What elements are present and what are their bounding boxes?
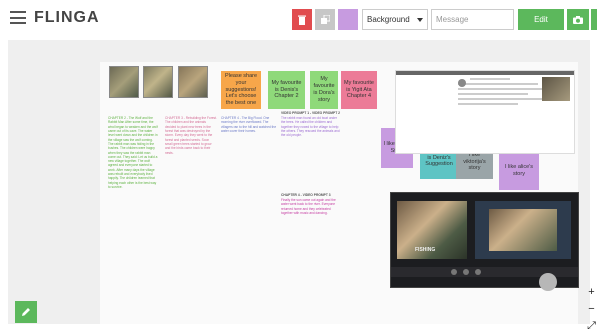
- fit-screen-button[interactable]: ⤢: [586, 318, 597, 329]
- background-select-value: Background: [367, 15, 410, 24]
- story-heading: CHAPTER 4 - VIDEO PROMPT 3: [281, 193, 331, 197]
- camera-button[interactable]: [567, 9, 589, 30]
- screenshot-line: [458, 88, 548, 90]
- screenshot-header: [396, 71, 574, 75]
- video-label: FISHING: [415, 247, 436, 253]
- screenshot-line: [458, 83, 538, 85]
- trash-icon: [298, 15, 306, 25]
- zoom-in-button[interactable]: +: [586, 284, 597, 301]
- screenshot-line: [458, 103, 518, 105]
- sticky-note[interactable]: I like alice's story: [499, 152, 539, 190]
- screenshot-photo: [542, 77, 570, 101]
- app-logo: FLINGA: [34, 9, 100, 26]
- photo-thumbnail[interactable]: [109, 66, 139, 98]
- story-text-block[interactable]: CHAPTER 4 - The Big Flood. One morning t…: [221, 116, 278, 174]
- screenshot-line: [470, 78, 510, 80]
- story-text-block[interactable]: The rabbit man found an old boat under t…: [281, 116, 341, 182]
- hamburger-icon[interactable]: [10, 11, 26, 24]
- sticky-note[interactable]: Please share your suggestions! Let's cho…: [221, 71, 261, 109]
- sticky-note[interactable]: My favourite is Dora's story: [310, 71, 338, 109]
- chevron-down-icon: [417, 17, 423, 22]
- top-bar: FLINGA Background Edit: [0, 0, 597, 38]
- screenshot-line: [458, 98, 543, 100]
- story-text-block[interactable]: Finally the sun came out again and the w…: [281, 198, 341, 244]
- background-select[interactable]: Background: [362, 9, 428, 30]
- camera-icon: [573, 16, 583, 24]
- embedded-screenshot[interactable]: [395, 70, 575, 154]
- zoom-out-button[interactable]: −: [586, 301, 597, 318]
- copy-icon: [320, 15, 330, 24]
- delete-button[interactable]: [292, 9, 312, 30]
- story-heading: VIDEO PROMPT 1 - VIDEO PROMPT 2: [281, 111, 340, 115]
- avatar: [458, 79, 466, 87]
- message-input[interactable]: [431, 9, 514, 30]
- video-control-dot[interactable]: [463, 269, 469, 275]
- pencil-icon: [22, 308, 30, 316]
- screenshot-line: [458, 93, 528, 95]
- video-shared-screen: [475, 201, 571, 259]
- record-indicator[interactable]: [539, 273, 557, 291]
- more-button[interactable]: [591, 9, 597, 30]
- sticky-note[interactable]: My favourite is Yigit Ata Chapter 4: [341, 71, 377, 109]
- video-control-dot[interactable]: [475, 269, 481, 275]
- copy-button[interactable]: [315, 9, 335, 30]
- sticky-note[interactable]: My favourite is Denis's Chapter 2: [268, 71, 305, 109]
- photo-thumbnail[interactable]: [143, 66, 173, 98]
- zoom-controls: + − ⤢: [586, 284, 597, 329]
- color-picker-button[interactable]: [338, 9, 358, 30]
- video-control-dot[interactable]: [451, 269, 457, 275]
- photo-thumbnail[interactable]: [178, 66, 208, 98]
- story-text-block[interactable]: CHAPTER 2 - The Wolf and the Rabbit Man …: [108, 116, 158, 230]
- story-text-block[interactable]: CHAPTER 3 - Rebuilding the Forest. The c…: [165, 116, 217, 198]
- add-note-button[interactable]: [15, 301, 37, 323]
- edit-button[interactable]: Edit: [518, 9, 564, 30]
